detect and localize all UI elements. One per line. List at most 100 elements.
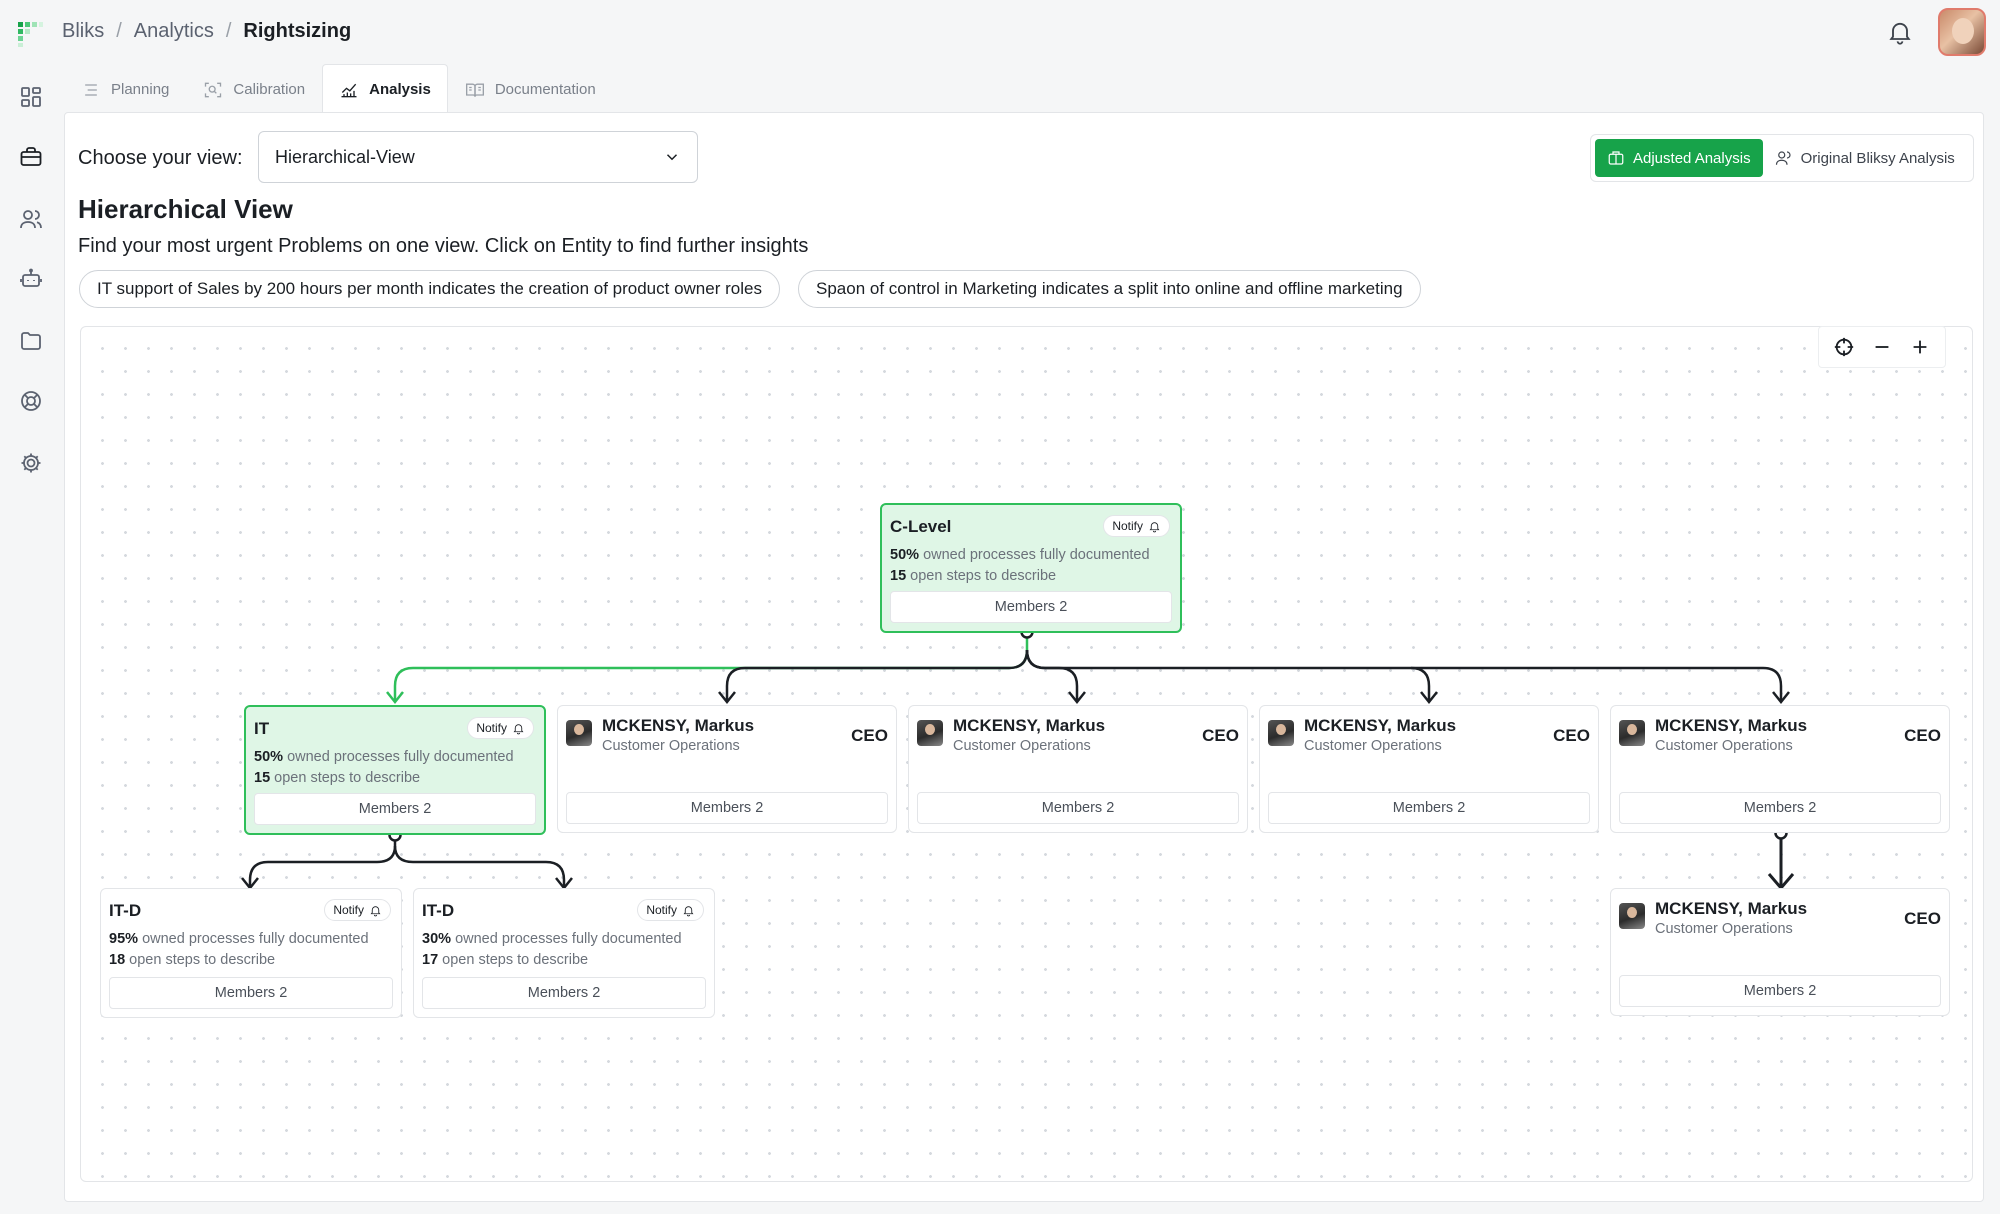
person-node[interactable]: MCKENSY, Markus Customer Operations CEO … bbox=[1610, 705, 1950, 833]
notify-button[interactable]: Notify bbox=[637, 899, 704, 921]
user-avatar[interactable] bbox=[1938, 8, 1986, 56]
sidebar bbox=[0, 64, 62, 1214]
sidebar-item-dashboard[interactable] bbox=[16, 82, 46, 112]
minus-icon bbox=[1875, 346, 1889, 348]
top-bar: Bliks / Analytics / Rightsizing bbox=[0, 0, 2000, 64]
person-avatar bbox=[1619, 720, 1645, 746]
zoom-in-button[interactable] bbox=[1906, 333, 1934, 361]
users-icon bbox=[1775, 151, 1791, 165]
person-node[interactable]: MCKENSY, Markus Customer Operations CEO … bbox=[1610, 888, 1950, 1016]
person-node[interactable]: MCKENSY, Markus Customer Operations CEO … bbox=[1259, 705, 1599, 833]
person-role: CEO bbox=[1904, 726, 1941, 745]
entity-node-itd[interactable]: IT-D Notify 30% owned processes fully do… bbox=[413, 888, 715, 1018]
briefcase-icon bbox=[1608, 151, 1624, 165]
lifebuoy-icon bbox=[21, 391, 41, 411]
node-title: C-Level bbox=[890, 517, 952, 536]
notify-button[interactable]: Notify bbox=[467, 717, 534, 739]
breadcrumb-bliks[interactable]: Bliks bbox=[62, 20, 104, 43]
bell-icon[interactable] bbox=[1886, 18, 1914, 46]
person-department: Customer Operations bbox=[1304, 738, 1442, 754]
person-name: MCKENSY, Markus bbox=[1655, 716, 1808, 735]
original-analysis-label: Original Bliksy Analysis bbox=[1800, 149, 1955, 167]
person-avatar bbox=[917, 720, 943, 746]
sidebar-item-support[interactable] bbox=[16, 386, 46, 416]
stat-value: 50% bbox=[890, 547, 920, 563]
members-button[interactable]: Members 2 bbox=[254, 793, 536, 825]
entity-node-it[interactable]: IT Notify 50% owned processes fully docu… bbox=[244, 705, 546, 835]
robot-icon bbox=[20, 268, 42, 287]
node-steps-stat: 15 open steps to describe bbox=[254, 770, 420, 786]
bliks-logo-icon[interactable] bbox=[16, 20, 44, 48]
members-button[interactable]: Members 2 bbox=[917, 792, 1239, 824]
person-avatar bbox=[1619, 903, 1645, 929]
original-analysis-button[interactable]: Original Bliksy Analysis bbox=[1763, 139, 1967, 177]
node-documented-stat: 30% owned processes fully documented bbox=[422, 931, 682, 947]
page-subtitle: Find your most urgent Problems on one vi… bbox=[78, 235, 809, 257]
stat-text: owned processes fully documented bbox=[923, 547, 1150, 563]
zoom-out-button[interactable] bbox=[1868, 333, 1896, 361]
members-button[interactable]: Members 2 bbox=[1619, 975, 1941, 1007]
person-avatar bbox=[1268, 720, 1294, 746]
view-label: Choose your view: bbox=[78, 147, 243, 169]
breadcrumb-separator: / bbox=[225, 20, 232, 42]
book-icon bbox=[465, 83, 484, 97]
breadcrumb-analytics[interactable]: Analytics bbox=[134, 20, 214, 43]
person-role: CEO bbox=[1202, 726, 1239, 745]
node-documented-stat: 95% owned processes fully documented bbox=[109, 931, 369, 947]
tab-bar: Planning Calibration Analysis Documentat… bbox=[64, 64, 613, 114]
plus-icon bbox=[1913, 340, 1927, 354]
insight-chip[interactable]: IT support of Sales by 200 hours per mon… bbox=[79, 270, 780, 308]
members-button[interactable]: Members 2 bbox=[109, 977, 393, 1009]
tab-analysis[interactable]: Analysis bbox=[322, 64, 448, 114]
notify-button[interactable]: Notify bbox=[1103, 515, 1170, 537]
view-select[interactable]: Hierarchical-View bbox=[258, 131, 698, 183]
tab-label: Analysis bbox=[369, 81, 431, 98]
person-node[interactable]: MCKENSY, Markus Customer Operations CEO … bbox=[557, 705, 897, 833]
person-name: MCKENSY, Markus bbox=[1304, 716, 1457, 735]
node-documented-stat: 50% owned processes fully documented bbox=[254, 749, 514, 765]
person-department: Customer Operations bbox=[1655, 738, 1793, 754]
members-button[interactable]: Members 2 bbox=[1619, 792, 1941, 824]
tab-label: Documentation bbox=[494, 81, 596, 98]
members-button[interactable]: Members 2 bbox=[422, 977, 706, 1009]
adjusted-analysis-button[interactable]: Adjusted Analysis bbox=[1595, 139, 1763, 177]
person-department: Customer Operations bbox=[1655, 921, 1793, 937]
person-role: CEO bbox=[851, 726, 888, 745]
node-title: IT-D bbox=[422, 901, 455, 920]
person-department: Customer Operations bbox=[953, 738, 1091, 754]
stat-value: 30% bbox=[422, 931, 452, 947]
entity-node-clevel[interactable]: C-Level Notify 50% owned processes fully… bbox=[880, 503, 1182, 633]
members-button[interactable]: Members 2 bbox=[1268, 792, 1590, 824]
gear-icon bbox=[21, 453, 41, 473]
notify-button[interactable]: Notify bbox=[324, 899, 391, 921]
stat-value: 15 bbox=[254, 770, 271, 786]
members-button[interactable]: Members 2 bbox=[566, 792, 888, 824]
person-node[interactable]: MCKENSY, Markus Customer Operations CEO … bbox=[908, 705, 1248, 833]
tab-documentation[interactable]: Documentation bbox=[448, 64, 613, 114]
tab-planning[interactable]: Planning bbox=[64, 64, 186, 114]
stat-text: open steps to describe bbox=[910, 568, 1057, 584]
tab-calibration[interactable]: Calibration bbox=[186, 64, 322, 114]
sidebar-item-bot[interactable] bbox=[16, 264, 46, 294]
entity-node-itd[interactable]: IT-D Notify 95% owned processes fully do… bbox=[100, 888, 402, 1018]
sidebar-item-folder[interactable] bbox=[16, 326, 46, 356]
insight-chip[interactable]: Spaon of control in Marketing indicates … bbox=[798, 270, 1421, 308]
users-icon bbox=[20, 210, 42, 229]
sidebar-item-settings[interactable] bbox=[16, 448, 46, 478]
chart-icon bbox=[341, 83, 357, 97]
breadcrumb-separator: / bbox=[116, 20, 122, 42]
person-role: CEO bbox=[1904, 909, 1941, 928]
stat-value: 50% bbox=[254, 749, 284, 765]
node-steps-stat: 15 open steps to describe bbox=[890, 568, 1056, 584]
zoom-controls bbox=[1818, 326, 1946, 368]
node-steps-stat: 18 open steps to describe bbox=[109, 952, 275, 968]
bell-icon bbox=[513, 723, 524, 734]
sidebar-item-briefcase[interactable] bbox=[16, 142, 46, 172]
stat-text: owned processes fully documented bbox=[455, 931, 682, 947]
recenter-button[interactable] bbox=[1830, 333, 1858, 361]
person-name: MCKENSY, Markus bbox=[1655, 899, 1808, 918]
stat-text: owned processes fully documented bbox=[287, 749, 514, 765]
members-button[interactable]: Members 2 bbox=[890, 591, 1172, 623]
sidebar-item-users[interactable] bbox=[16, 204, 46, 234]
person-name: MCKENSY, Markus bbox=[602, 716, 755, 735]
